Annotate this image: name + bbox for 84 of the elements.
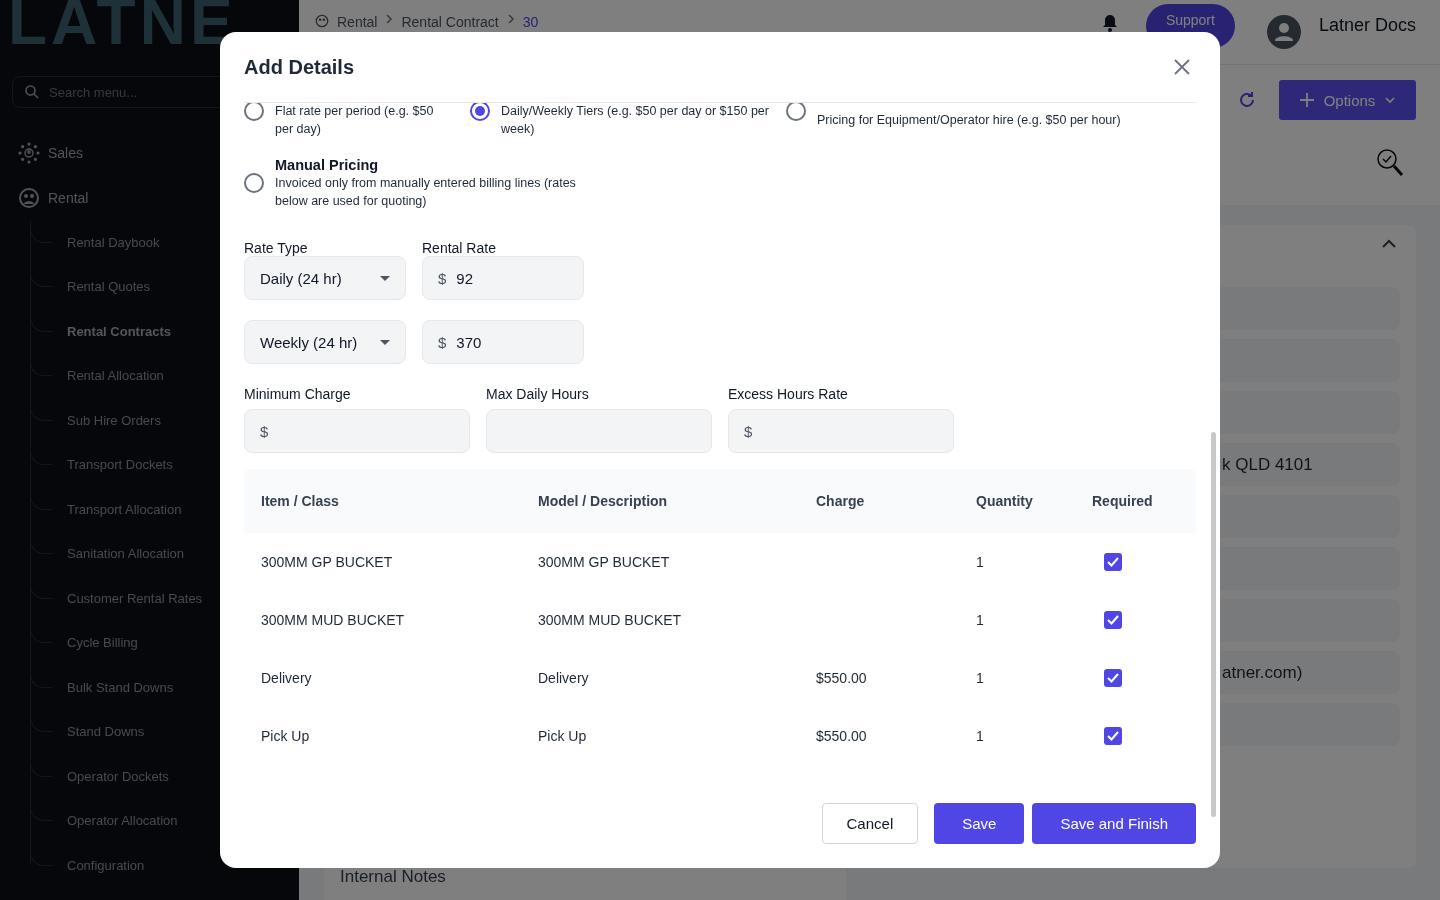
nav-subitem[interactable]: Bulk Stand Downs [67,679,174,695]
table-cell-text: 1 [976,612,985,628]
checkbox[interactable] [1104,611,1122,629]
search-icon [25,85,39,99]
nav-subitem[interactable]: Operator Allocation [67,813,178,829]
table-cell-text: Delivery [538,670,590,686]
breadcrumb-link[interactable]: Rental Contract [401,14,499,30]
input-field[interactable] [486,409,712,453]
breadcrumb-link[interactable]: 30 [522,14,539,30]
checkbox[interactable] [1104,669,1122,687]
avatar-icon[interactable] [1266,15,1301,49]
option-title: Manual Pricing [275,156,380,174]
option-description: Daily/Weekly Tiers (e.g. $50 per day or $150 per week) [501,103,770,138]
nav-subitem[interactable]: Transport Allocation [67,501,182,517]
user-name: Latner Docs [1318,15,1416,36]
close-icon [1172,57,1192,77]
radio-button[interactable] [244,103,264,121]
nav-subitem[interactable]: Rental Contracts [67,323,172,339]
nav-subitem[interactable]: Customer Rental Rates [67,590,203,606]
cancel-button[interactable]: Cancel [821,802,919,844]
checkbox[interactable] [1104,727,1122,745]
section-title: Internal Notes [340,867,446,886]
chevron-right-icon [385,14,394,24]
radio-button[interactable] [244,173,264,193]
caret-icon [380,275,390,281]
column-header: Item / Class [261,493,340,509]
field-label: Rate Type [244,240,309,256]
nav-subitem[interactable]: Sanitation Allocation [67,546,185,562]
nav-subitem[interactable]: Operator Dockets [67,768,169,784]
column-header: Quantity [976,493,1034,509]
nav-subitem[interactable]: Rental Allocation [67,368,164,384]
chevron-down-icon [1385,96,1396,104]
scrollbar[interactable] [1211,432,1216,817]
nav-subitem[interactable]: Stand Downs [67,724,145,740]
table-cell-text: 1 [976,554,985,570]
table-cell-text: 1 [976,670,985,686]
option-description: Invoiced only from manually entered billing lines (rates below are used for quoting) [275,175,577,210]
column-header: Charge [816,493,866,509]
table-cell-text: Delivery [261,670,313,686]
bell-icon[interactable] [1101,14,1118,32]
primary-button[interactable]: Save and Finish [1032,802,1196,844]
nav-subitem[interactable]: Cycle Billing [67,635,138,651]
rate-type-select[interactable]: Weekly (24 hr) [244,320,406,364]
table-cell-text: Pick Up [538,728,588,744]
nav-subitem[interactable]: Rental Daybook [67,234,160,250]
search-check-icon[interactable] [1376,148,1404,178]
field-label: Max Daily Hours [486,386,590,402]
table-cell-text: 1 [976,728,985,744]
nav-subitem[interactable]: Rental Quotes [67,279,151,295]
primary-button[interactable]: Save [934,802,1025,844]
close-button[interactable] [1172,57,1192,77]
table-cell-text: Pick Up [261,728,311,744]
field-label: Excess Hours Rate [728,386,849,402]
rate-field[interactable]: $ 370 [422,320,584,364]
table-cell-text: $550.00 [816,670,868,686]
input-field[interactable]: $ [728,409,954,453]
nav-subitem[interactable]: Transport Dockets [67,457,173,473]
radio-button[interactable] [786,103,806,121]
refresh-icon[interactable] [1237,90,1257,110]
caret-icon [380,339,390,345]
breadcrumb-link[interactable]: Rental [337,14,378,30]
field-label: Minimum Charge [244,386,352,402]
checkbox[interactable] [1104,553,1122,571]
table-cell-text: 300MM MUD BUCKET [538,612,683,628]
table-cell-text: 300MM MUD BUCKET [261,612,406,628]
field-label: Rental Rate [422,240,497,256]
chevron-up-icon[interactable] [1382,239,1396,248]
nav-subitem[interactable]: Sub Hire Orders [67,412,161,428]
nav-subitem[interactable]: Configuration [67,857,145,873]
table-cell-text: 300MM GP BUCKET [538,554,671,570]
dialog-title: Add Details [244,55,355,79]
plus-icon [1299,93,1314,107]
column-header: Model / Description [538,493,669,509]
rate-field[interactable]: $ 92 [422,256,584,300]
option-description: Pricing for Equipment/Operator hire (e.g. $50 per hour) [817,112,1121,129]
radio-button[interactable] [470,103,490,121]
input-field[interactable]: $ [244,409,470,453]
table-cell-text: 300MM GP BUCKET [261,554,394,570]
rate-type-select[interactable]: Daily (24 hr) [244,256,406,300]
options-button[interactable]: Options [1279,80,1416,120]
column-header: Required [1092,493,1154,509]
table-cell-text: $550.00 [816,728,868,744]
chevron-right-icon [506,14,515,24]
sales-icon [18,141,40,164]
